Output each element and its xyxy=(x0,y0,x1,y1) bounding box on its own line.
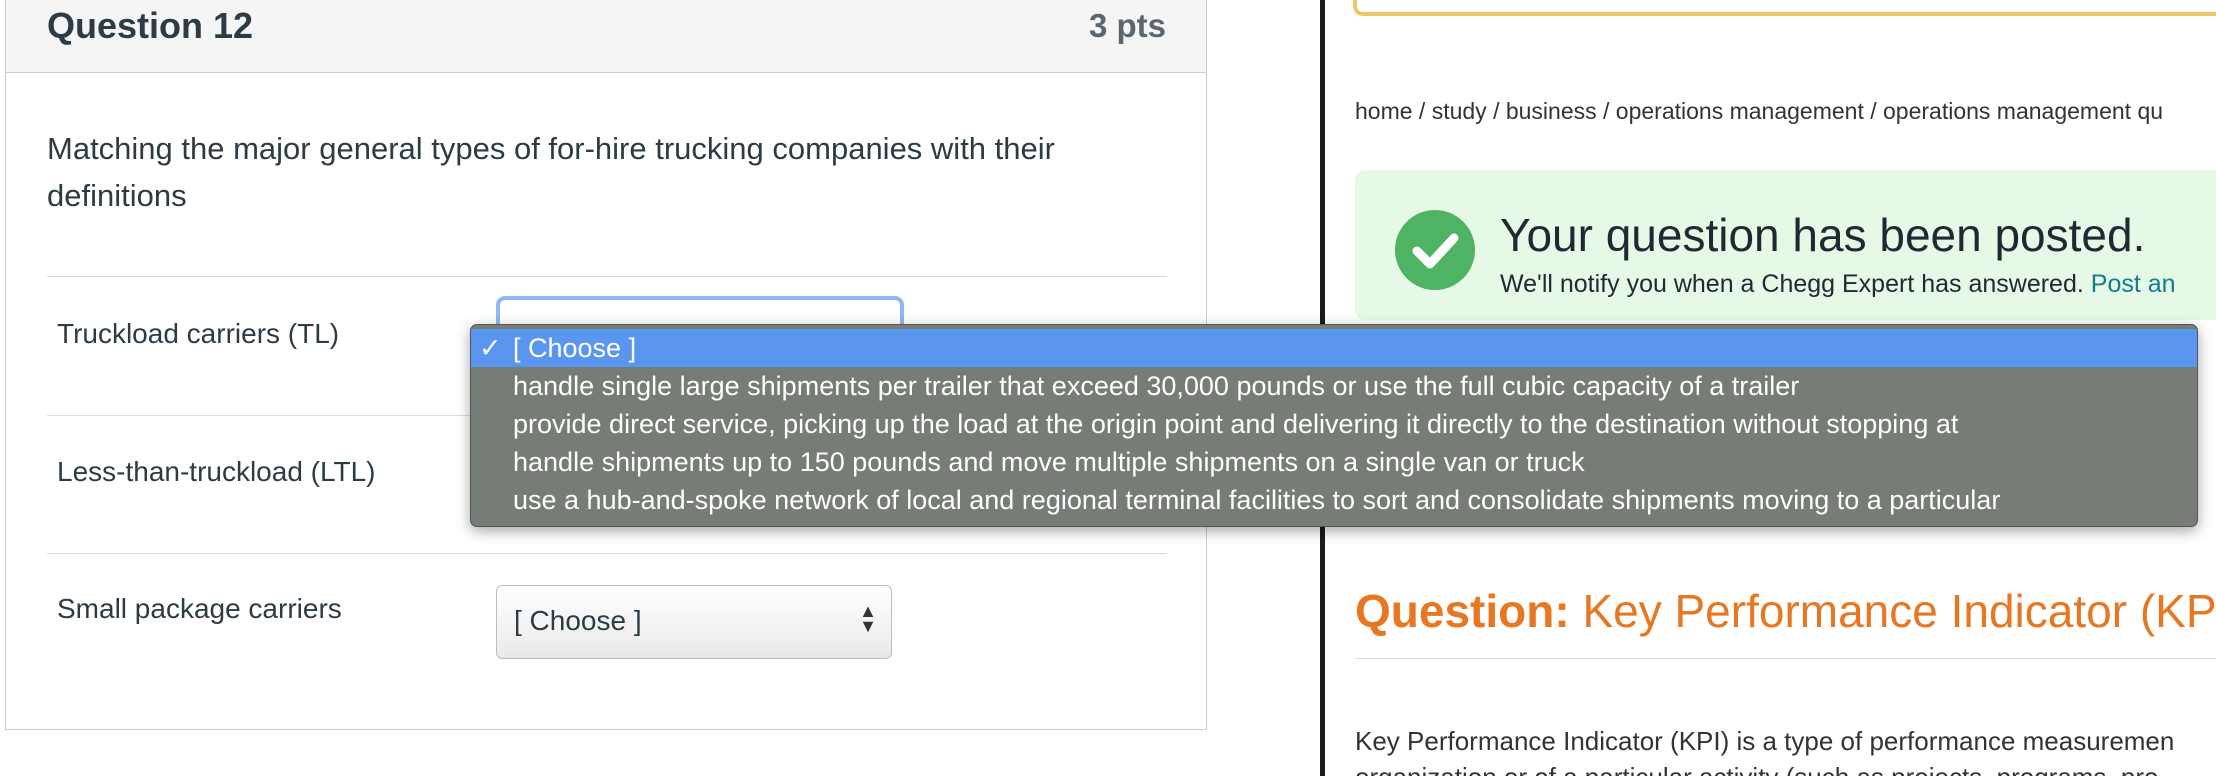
checkmark-icon: ✓ xyxy=(479,333,502,363)
option-label: handle shipments up to 150 pounds and mo… xyxy=(513,447,1585,477)
match-label-small-package: Small package carriers xyxy=(57,593,342,624)
check-circle-icon xyxy=(1395,210,1475,290)
option-label: handle single large shipments per traile… xyxy=(513,371,1800,401)
breadcrumb[interactable]: home / study / business / operations man… xyxy=(1355,98,2163,125)
post-another-link[interactable]: Post an xyxy=(2091,270,2176,298)
question-heading-title: Key Performance Indicator (KP xyxy=(1582,585,2216,637)
question-header: Question 12 3 pts xyxy=(6,0,1206,73)
posted-title: Your question has been posted. xyxy=(1500,209,2146,261)
posted-banner: Your question has been posted. We'll not… xyxy=(1355,170,2216,320)
question-points: 3 pts xyxy=(1088,7,1166,44)
row-divider xyxy=(47,276,1167,277)
dropdown-option-choose[interactable]: ✓ [ Choose ] xyxy=(471,329,2197,367)
search-bar-edge[interactable] xyxy=(1353,0,2216,16)
dropdown-option[interactable]: use a hub-and-spoke network of local and… xyxy=(471,481,2197,519)
select-value: [ Choose ] xyxy=(514,605,642,636)
option-label: [ Choose ] xyxy=(513,333,637,363)
answer-body-text: organization or of a particular activity… xyxy=(1355,762,2158,776)
option-label: provide direct service, picking up the l… xyxy=(513,409,1959,439)
question-title: Question 12 xyxy=(47,5,254,46)
dropdown-option[interactable]: handle single large shipments per traile… xyxy=(471,367,2197,405)
option-label: use a hub-and-spoke network of local and… xyxy=(513,485,2001,515)
match-label-ltl: Less-than-truckload (LTL) xyxy=(57,456,376,487)
question-heading: Question: Key Performance Indicator (KP xyxy=(1355,584,2216,638)
up-down-arrows-icon: ▲ ▼ xyxy=(859,601,877,636)
posted-subtitle-text: We'll notify you when a Chegg Expert has… xyxy=(1500,270,2084,298)
question-text: Matching the major general types of for-… xyxy=(47,131,1055,213)
answer-body-text: Key Performance Indicator (KPI) is a typ… xyxy=(1355,726,2175,756)
posted-subtitle: We'll notify you when a Chegg Expert has… xyxy=(1500,270,2176,299)
select-dropdown-menu[interactable]: ✓ [ Choose ] handle single large shipmen… xyxy=(470,324,2198,527)
question-heading-label: Question: xyxy=(1355,585,1570,637)
dropdown-option[interactable]: provide direct service, picking up the l… xyxy=(471,405,2197,443)
dropdown-option[interactable]: handle shipments up to 150 pounds and mo… xyxy=(471,443,2197,481)
match-label-truckload: Truckload carriers (TL) xyxy=(57,318,340,349)
match-select-small-package[interactable]: [ Choose ] ▲ ▼ xyxy=(496,585,892,659)
heading-divider xyxy=(1355,658,2216,659)
row-divider xyxy=(47,553,1167,554)
